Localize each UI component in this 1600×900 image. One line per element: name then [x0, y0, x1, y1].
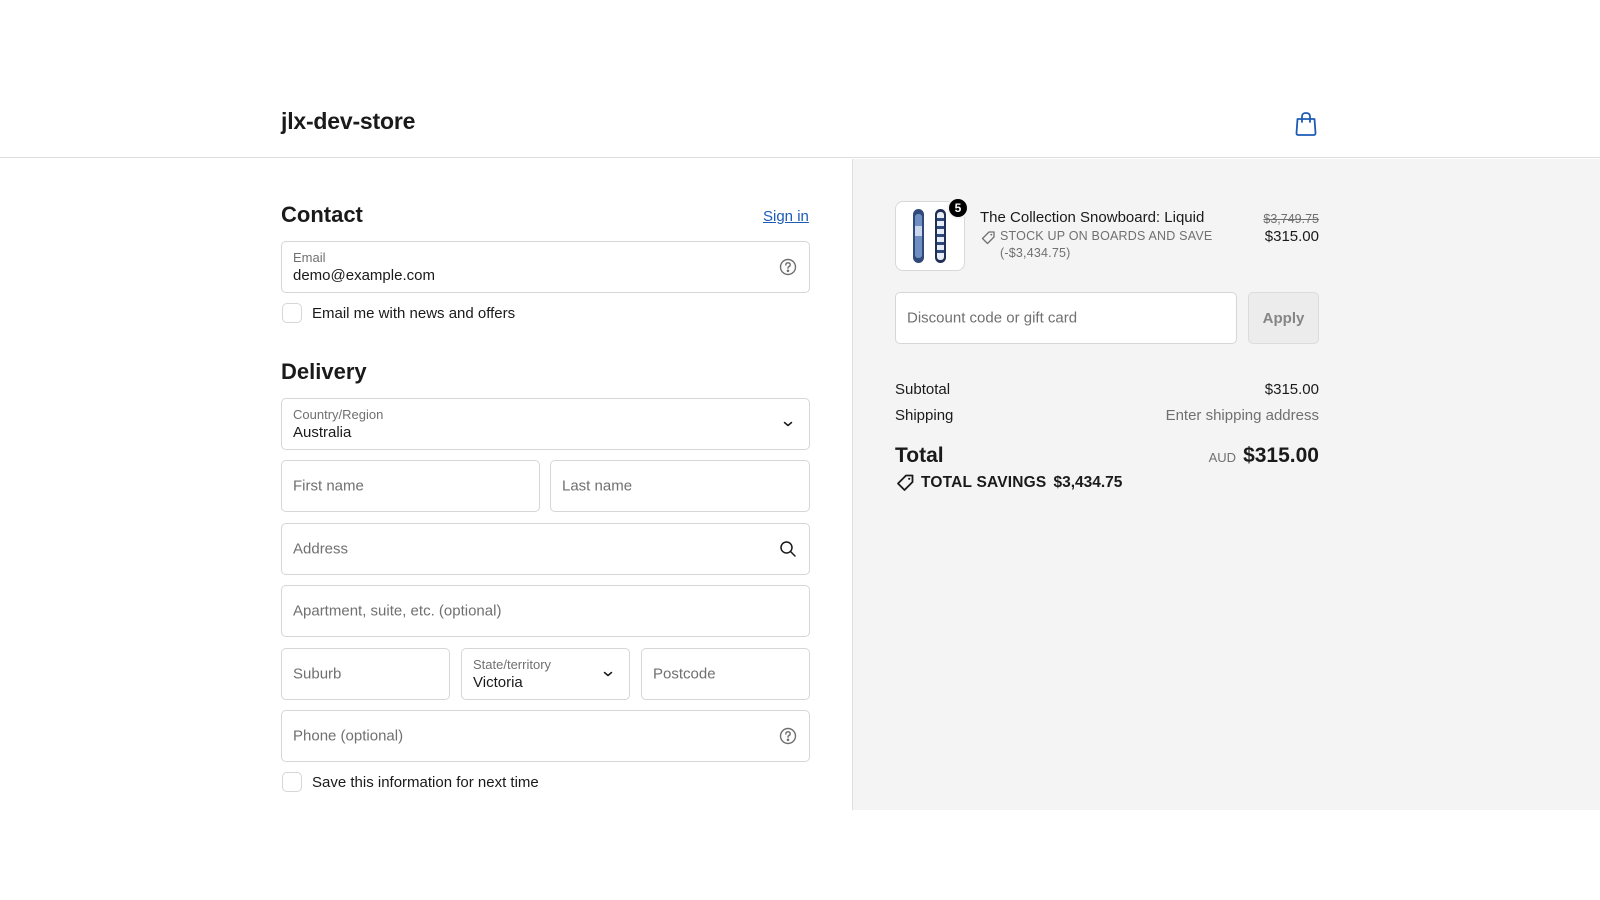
chevron-down-icon	[778, 414, 798, 434]
total-savings: TOTAL SAVINGS $3,434.75	[895, 473, 1122, 493]
shopping-bag-icon	[1295, 112, 1317, 136]
newsletter-checkbox[interactable]	[282, 303, 302, 323]
postcode-field[interactable]: Postcode	[641, 648, 810, 700]
country-select[interactable]: Country/Region Australia	[281, 398, 810, 450]
country-value: Australia	[293, 424, 352, 441]
question-circle-icon[interactable]	[778, 257, 798, 277]
newsletter-checkbox-row[interactable]: Email me with news and offers	[282, 303, 515, 323]
discount-placeholder: Discount code or gift card	[907, 309, 1078, 327]
suburb-placeholder: Suburb	[293, 665, 342, 683]
subtotal-value: $315.00	[1264, 381, 1319, 398]
question-circle-icon[interactable]	[778, 726, 798, 746]
postcode-placeholder: Postcode	[653, 665, 716, 683]
save-info-checkbox-row[interactable]: Save this information for next time	[282, 772, 539, 792]
email-value: demo@example.com	[293, 267, 435, 284]
tag-icon	[897, 474, 914, 491]
total-label: Total	[895, 444, 944, 467]
suburb-field[interactable]: Suburb	[281, 648, 450, 700]
subtotal-label: Subtotal	[895, 381, 951, 398]
state-label: State/territory	[473, 657, 552, 672]
apartment-field[interactable]: Apartment, suite, etc. (optional)	[281, 585, 810, 637]
shipping-label: Shipping	[895, 407, 954, 424]
quantity-badge: 5	[947, 197, 969, 219]
product-title: The Collection Snowboard: Liquid	[980, 209, 1205, 226]
snowboard-image	[913, 209, 946, 263]
first-name-field[interactable]: First name	[281, 460, 540, 512]
delivery-heading: Delivery	[281, 359, 367, 384]
save-info-label: Save this information for next time	[312, 773, 539, 791]
original-price: $3,749.75	[1263, 212, 1319, 226]
phone-field[interactable]: Phone (optional)	[281, 710, 810, 762]
last-name-field[interactable]: Last name	[550, 460, 810, 512]
total-currency: AUD	[1208, 450, 1237, 465]
address-placeholder: Address	[293, 540, 349, 558]
email-label: Email	[293, 250, 326, 265]
apply-button[interactable]: Apply	[1248, 292, 1319, 344]
apartment-placeholder: Apartment, suite, etc. (optional)	[293, 602, 502, 620]
product-price: $315.00	[1264, 228, 1319, 245]
state-value: Victoria	[473, 674, 523, 691]
discount-code-input[interactable]: Discount code or gift card	[895, 292, 1237, 344]
tag-icon	[981, 231, 995, 245]
savings-amount: $3,434.75	[1053, 474, 1123, 491]
address-field[interactable]: Address	[281, 523, 810, 575]
store-name[interactable]: jlx-dev-store	[281, 108, 415, 135]
total-value: AUD $315.00	[1209, 444, 1319, 468]
newsletter-label: Email me with news and offers	[312, 304, 516, 322]
state-select[interactable]: State/territory Victoria	[461, 648, 630, 700]
phone-placeholder: Phone (optional)	[293, 727, 404, 745]
chevron-down-icon	[598, 664, 618, 684]
first-name-placeholder: First name	[293, 477, 364, 495]
shipping-value: Enter shipping address	[1165, 407, 1319, 424]
email-field[interactable]: Email demo@example.com	[281, 241, 810, 293]
header: jlx-dev-store	[0, 0, 1600, 158]
sign-in-link[interactable]: Sign in	[763, 208, 809, 225]
savings-label: TOTAL SAVINGS	[921, 474, 1047, 491]
save-info-checkbox[interactable]	[282, 772, 302, 792]
contact-heading: Contact	[281, 202, 363, 227]
total-amount: $315.00	[1243, 444, 1319, 467]
discount-text: STOCK UP ON BOARDS AND SAVE (-$3,434.75)	[1000, 229, 1213, 260]
product-discount: STOCK UP ON BOARDS AND SAVE (-$3,434.75)	[980, 228, 1230, 262]
country-label: Country/Region	[293, 407, 384, 422]
cart-button[interactable]	[1292, 110, 1320, 138]
search-icon	[778, 539, 798, 559]
last-name-placeholder: Last name	[562, 477, 633, 495]
